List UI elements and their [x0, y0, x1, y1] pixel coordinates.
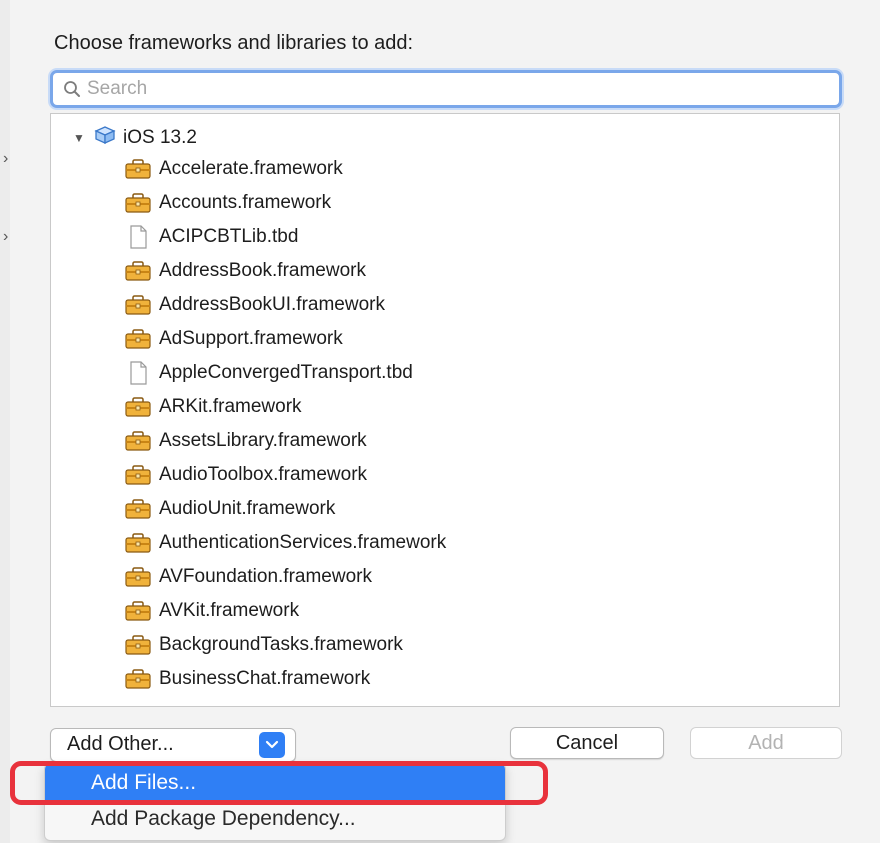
toolbox-icon: [123, 667, 153, 691]
list-item-label: AuthenticationServices.framework: [159, 532, 447, 553]
toolbox-icon: [123, 429, 153, 453]
list-item-label: BusinessChat.framework: [159, 668, 371, 689]
add-other-popup-button[interactable]: Add Other...: [50, 728, 296, 762]
menu-item-add-package-dependency[interactable]: Add Package Dependency...: [45, 802, 505, 836]
add-button[interactable]: Add: [690, 727, 842, 759]
disclosure-triangle-icon[interactable]: ▼: [73, 131, 87, 145]
edge-arrow-icon: ›: [3, 150, 9, 167]
list-item[interactable]: AssetsLibrary.framework: [123, 426, 367, 456]
toolbox-icon: [123, 327, 153, 351]
list-item-label: ARKit.framework: [159, 396, 302, 417]
dialog-prompt: Choose frameworks and libraries to add:: [54, 32, 414, 54]
toolbox-icon: [123, 395, 153, 419]
list-item[interactable]: AdSupport.framework: [123, 324, 343, 354]
add-other-label: Add Other...: [67, 733, 174, 755]
tree-root-ios[interactable]: ▼ iOS 13.2: [73, 124, 197, 152]
edge-arrow-icon: ›: [3, 228, 9, 245]
chevron-down-icon[interactable]: [259, 732, 285, 758]
annotation-highlight-outline: [10, 761, 548, 805]
list-item[interactable]: AudioToolbox.framework: [123, 460, 367, 490]
list-item[interactable]: AVFoundation.framework: [123, 562, 372, 592]
sdk-icon: [93, 124, 117, 152]
search-input[interactable]: [85, 78, 807, 100]
list-item-label: AVFoundation.framework: [159, 566, 372, 587]
toolbox-icon: [123, 599, 153, 623]
cancel-button[interactable]: Cancel: [510, 727, 664, 759]
document-icon: [123, 225, 153, 249]
toolbox-icon: [123, 633, 153, 657]
list-item-label: ACIPCBTLib.tbd: [159, 226, 299, 247]
list-item[interactable]: ACIPCBTLib.tbd: [123, 222, 298, 252]
list-item-label: AssetsLibrary.framework: [159, 430, 367, 451]
list-item-label: AudioToolbox.framework: [159, 464, 368, 485]
toolbox-icon: [123, 565, 153, 589]
list-item-label: Accelerate.framework: [159, 158, 343, 179]
list-item-label: AdSupport.framework: [159, 328, 343, 349]
list-item-label: AddressBook.framework: [159, 260, 366, 281]
toolbox-icon: [123, 259, 153, 283]
list-item[interactable]: AddressBook.framework: [123, 256, 366, 286]
list-item[interactable]: AudioUnit.framework: [123, 494, 335, 524]
list-item[interactable]: ARKit.framework: [123, 392, 302, 422]
list-item[interactable]: BusinessChat.framework: [123, 664, 370, 694]
list-item-label: Accounts.framework: [159, 192, 332, 213]
list-item[interactable]: BackgroundTasks.framework: [123, 630, 403, 660]
toolbox-icon: [123, 497, 153, 521]
list-item-label: AddressBookUI.framework: [159, 294, 385, 315]
list-item-label: AVKit.framework: [159, 600, 300, 621]
toolbox-icon: [123, 531, 153, 555]
list-item-label: BackgroundTasks.framework: [159, 634, 403, 655]
list-item[interactable]: AVKit.framework: [123, 596, 299, 626]
framework-list[interactable]: ▼ iOS 13.2 Accelerate.framework Accounts…: [50, 113, 840, 707]
toolbox-icon: [123, 191, 153, 215]
document-icon: [123, 361, 153, 385]
toolbox-icon: [123, 463, 153, 487]
list-item[interactable]: AuthenticationServices.framework: [123, 528, 446, 558]
toolbox-icon: [123, 157, 153, 181]
list-item[interactable]: Accelerate.framework: [123, 154, 343, 184]
list-item[interactable]: Accounts.framework: [123, 188, 331, 218]
search-field[interactable]: [50, 70, 842, 108]
search-icon: [59, 76, 85, 102]
list-item[interactable]: AddressBookUI.framework: [123, 290, 385, 320]
list-item[interactable]: AppleConvergedTransport.tbd: [123, 358, 413, 388]
tree-root-label: iOS 13.2: [123, 127, 197, 148]
list-item-label: AudioUnit.framework: [159, 498, 336, 519]
list-item-label: AppleConvergedTransport.tbd: [159, 362, 413, 383]
toolbox-icon: [123, 293, 153, 317]
